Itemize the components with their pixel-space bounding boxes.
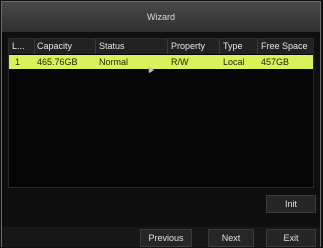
header-capacity[interactable]: Capacity [37, 39, 72, 54]
disk-table: L... Capacity Status Property Type Free … [8, 38, 314, 188]
next-button[interactable]: Next [208, 229, 254, 247]
header-free-space[interactable]: Free Space [261, 39, 308, 54]
wizard-dialog: Wizard L... Capacity Status Property Typ… [1, 1, 321, 247]
header-property[interactable]: Property [171, 39, 205, 54]
exit-button[interactable]: Exit [266, 229, 316, 247]
init-button[interactable]: Init [266, 195, 316, 213]
header-label[interactable]: L... [12, 39, 25, 54]
table-row[interactable]: 1 465.76GB Normal R/W Local 457GB [9, 55, 313, 69]
cell-capacity: 465.76GB [37, 57, 78, 67]
cell-label: 1 [15, 57, 21, 67]
cell-free-space: 457GB [261, 57, 290, 67]
dialog-title: Wizard [2, 2, 320, 32]
previous-button[interactable]: Previous [140, 229, 192, 247]
cell-status: Normal [99, 57, 129, 67]
header-type[interactable]: Type [223, 39, 243, 54]
header-status[interactable]: Status [99, 39, 125, 54]
table-header: L... Capacity Status Property Type Free … [9, 39, 313, 54]
cell-type: Local [223, 57, 245, 67]
cell-property: R/W [171, 57, 189, 67]
